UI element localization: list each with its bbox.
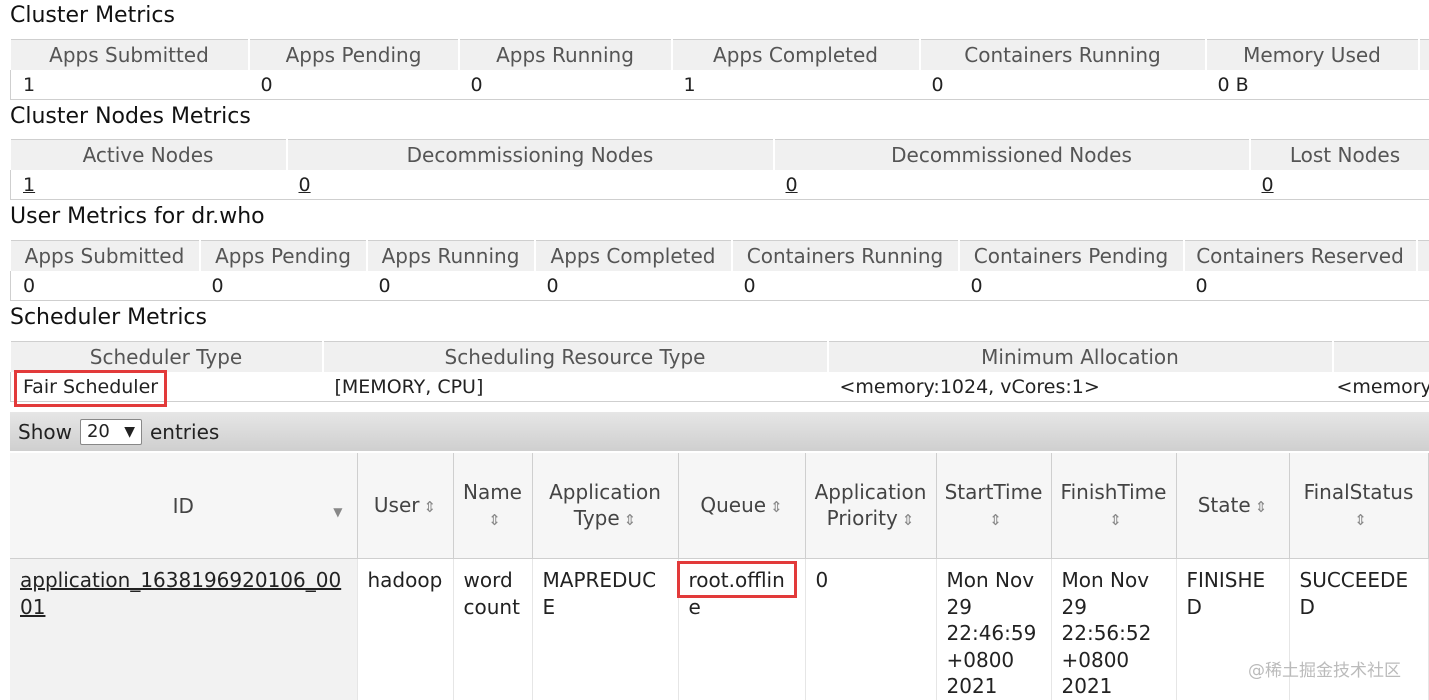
user-value-overflow: ( [1417, 271, 1429, 301]
entries-label: entries [150, 420, 219, 444]
header-minimum-allocation[interactable]: Minimum Allocation [828, 342, 1333, 373]
sort-icon: ⇕ [488, 511, 501, 529]
header-apps-pending[interactable]: Apps Pending [249, 40, 459, 71]
column-queue-label: Queue [700, 493, 766, 517]
header-user-apps-submitted[interactable]: Apps Submitted [11, 241, 200, 272]
sort-icon: ⇕ [770, 498, 783, 516]
column-id-label: ID [173, 494, 194, 518]
watermark: @稀土掘金技术社区 [1248, 656, 1401, 681]
header-user-containers-pending[interactable]: Containers Pending [959, 241, 1184, 272]
sort-icon: ⇕ [989, 511, 1002, 529]
value-apps-completed: 1 [672, 70, 920, 100]
column-state-label: State [1198, 493, 1251, 517]
datatable-toolbar: Show 20 ▼ entries [10, 412, 1429, 451]
show-label: Show [18, 420, 72, 444]
value-apps-running: 0 [459, 70, 672, 100]
cell-finish-time: Mon Nov 29 22:56:52 +0800 2021 [1051, 559, 1176, 700]
cluster-metrics-title: Cluster Metrics [10, 3, 175, 28]
decommissioning-nodes-link[interactable]: 0 [299, 174, 311, 196]
user-metrics-title: User Metrics for dr.who [10, 204, 265, 229]
column-name-label: Name [463, 480, 522, 504]
entries-select-value: 20 [87, 421, 110, 442]
header-containers-running[interactable]: Containers Running [920, 40, 1206, 71]
user-value-apps-running: 0 [367, 271, 535, 301]
column-finish-time[interactable]: FinishTime ⇕ [1051, 453, 1176, 559]
header-apps-completed[interactable]: Apps Completed [672, 40, 920, 71]
scheduler-metrics-table: Scheduler Type Scheduling Resource Type … [10, 341, 1429, 402]
header-scheduling-resource-type[interactable]: Scheduling Resource Type [323, 342, 828, 373]
header-apps-submitted[interactable]: Apps Submitted [11, 40, 249, 71]
sort-desc-icon: ▼ [333, 499, 342, 525]
header-lost-nodes[interactable]: Lost Nodes [1250, 140, 1429, 171]
cell-start-time: Mon Nov 29 22:46:59 +0800 2021 [936, 559, 1051, 700]
header-user-apps-pending[interactable]: Apps Pending [200, 241, 367, 272]
column-start-time[interactable]: StartTime ⇕ [936, 453, 1051, 559]
header-active-nodes[interactable]: Active Nodes [11, 140, 287, 171]
sort-icon: ⇕ [1255, 498, 1268, 516]
sort-icon: ⇕ [902, 511, 915, 529]
cell-user: hadoop [357, 559, 453, 700]
header-scheduler-type[interactable]: Scheduler Type [11, 342, 323, 373]
decommissioned-nodes-link[interactable]: 0 [786, 174, 798, 196]
column-state[interactable]: State⇕ [1176, 453, 1289, 559]
cell-priority: 0 [805, 559, 936, 700]
column-name[interactable]: Name ⇕ [453, 453, 532, 559]
sort-icon: ⇕ [1109, 511, 1122, 529]
column-final-status[interactable]: FinalStatus ⇕ [1289, 453, 1428, 559]
active-nodes-link[interactable]: 1 [23, 174, 35, 196]
column-finish-time-label: FinishTime [1061, 480, 1167, 504]
header-decommissioned-nodes[interactable]: Decommissioned Nodes [774, 140, 1250, 171]
highlight-queue [677, 561, 797, 598]
user-value-containers-running: 0 [732, 271, 959, 301]
value-containers-running: 0 [920, 70, 1206, 100]
header-user-apps-completed[interactable]: Apps Completed [535, 241, 732, 272]
column-final-status-label: FinalStatus [1304, 480, 1414, 504]
value-scheduling-resource-type: [MEMORY, CPU] [323, 372, 828, 402]
header-apps-running[interactable]: Apps Running [459, 40, 672, 71]
scheduler-metrics-title: Scheduler Metrics [10, 305, 207, 330]
user-value-containers-pending: 0 [959, 271, 1184, 301]
user-metrics-table: Apps Submitted Apps Pending Apps Running… [10, 240, 1429, 301]
header-user-apps-running[interactable]: Apps Running [367, 241, 535, 272]
entries-select[interactable]: 20 ▼ [80, 419, 142, 445]
cell-application-type: MAPREDUCE [532, 559, 678, 700]
value-minimum-allocation: <memory:1024, vCores:1> [828, 372, 1333, 402]
header-decommissioning-nodes[interactable]: Decommissioning Nodes [287, 140, 774, 171]
header-memory-used[interactable]: Memory Used [1206, 40, 1419, 71]
user-value-apps-completed: 0 [535, 271, 732, 301]
chevron-down-icon: ▼ [124, 424, 135, 440]
value-maximum-allocation-partial: <memory [1333, 372, 1429, 402]
value-memory-used: 0 B [1206, 70, 1419, 100]
header-user-containers-reserved[interactable]: Containers Reserved [1184, 241, 1417, 272]
column-application-type[interactable]: Application Type⇕ [532, 453, 678, 559]
cluster-nodes-metrics-title: Cluster Nodes Metrics [10, 104, 251, 129]
user-value-containers-reserved: 0 [1184, 271, 1417, 301]
header-overflow [1419, 40, 1429, 71]
sort-icon: ⇕ [424, 498, 437, 516]
column-user[interactable]: User⇕ [357, 453, 453, 559]
cluster-nodes-metrics-table: Active Nodes Decommissioning Nodes Decom… [10, 139, 1429, 200]
application-id-link[interactable]: application_1638196920106_0001 [20, 568, 341, 619]
column-id[interactable]: ID ▼ [10, 453, 357, 559]
value-apps-submitted: 1 [11, 70, 249, 100]
column-application-type-label: Application Type [549, 480, 661, 530]
column-queue[interactable]: Queue⇕ [678, 453, 805, 559]
header-user-containers-running[interactable]: Containers Running [732, 241, 959, 272]
sort-icon: ⇕ [1354, 511, 1367, 529]
user-value-apps-pending: 0 [200, 271, 367, 301]
lost-nodes-link[interactable]: 0 [1262, 174, 1274, 196]
user-value-apps-submitted: 0 [11, 271, 200, 301]
sort-icon: ⇕ [624, 511, 637, 529]
value-apps-pending: 0 [249, 70, 459, 100]
cell-name: word count [453, 559, 532, 700]
cluster-metrics-table: Apps Submitted Apps Pending Apps Running… [10, 39, 1429, 100]
column-user-label: User [374, 493, 420, 517]
column-start-time-label: StartTime [945, 480, 1043, 504]
highlight-scheduler-type [14, 370, 167, 407]
column-application-priority[interactable]: Application Priority⇕ [805, 453, 936, 559]
